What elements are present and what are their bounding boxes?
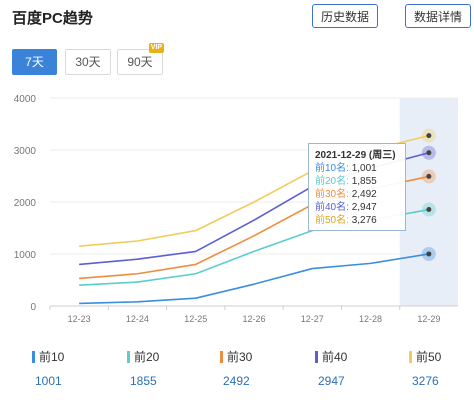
data-detail-button[interactable]: 数据详情 [405,4,472,28]
header: 百度PC趋势 历史数据 数据详情 [0,0,474,36]
x-tick-label: 12-25 [184,314,207,324]
x-tick-label: 12-26 [242,314,265,324]
legend-value: 2947 [318,374,345,388]
page-title: 百度PC趋势 [12,10,93,27]
data-point [426,207,432,213]
legend-value: 1855 [130,374,157,388]
tooltip-label: 前40名: [315,202,349,213]
legend-marker [409,351,412,363]
x-tick-label: 12-23 [68,314,91,324]
x-tick-label: 12-27 [301,314,324,324]
vip-badge: VIP [148,43,164,53]
data-point [426,251,432,257]
legend-label: 前30 [227,350,253,364]
tooltip-label: 前20名: [315,176,349,187]
series-line [79,253,429,305]
tab-7-days[interactable]: 7天 [12,49,57,75]
y-tick-label: 3000 [14,146,37,157]
tooltip-label: 前10名: [315,163,349,174]
tooltip-row-top30: 前30名: 2,492 [315,188,399,201]
legend-marker [127,351,130,363]
tooltip-value: 2,947 [351,202,377,213]
tooltip-row-top40: 前40名: 2,947 [315,201,399,214]
data-point [426,150,432,156]
y-tick-label: 2000 [14,198,37,209]
legend-value: 2492 [223,374,250,388]
tooltip-row-top20: 前20名: 1,855 [315,175,399,188]
legend: 前10 1001 前20 1855 前30 2492 前40 2947 前50 … [0,348,474,400]
tooltip-value: 2,492 [351,189,377,200]
legend-value: 3276 [412,374,439,388]
legend-label: 前20 [134,350,160,364]
tooltip-row-top50: 前50名: 3,276 [315,214,399,227]
tooltip-value: 3,276 [351,215,377,226]
data-point [426,133,432,139]
legend-label: 前50 [416,350,442,364]
legend-marker [315,351,318,363]
history-data-button[interactable]: 历史数据 [312,4,379,28]
tooltip-row-top10: 前10名: 1,001 [315,162,399,175]
tooltip-label: 前30名: [315,189,349,200]
tab-30-days[interactable]: 30天 [65,49,111,75]
tooltip-value: 1,001 [351,163,377,174]
legend-marker [32,351,35,363]
y-tick-label: 4000 [14,94,37,105]
tooltip-label: 前50名: [315,215,349,226]
tooltip-value: 1,855 [351,176,377,187]
chart-tooltip: 2021-12-29 (周三) 前10名: 1,001 前20名: 1,855 … [308,143,406,231]
tooltip-date: 2021-12-29 (周三) [315,150,396,161]
legend-label: 前10 [39,350,65,364]
legend-label: 前40 [322,350,348,364]
data-point [426,173,432,179]
y-tick-label: 0 [30,302,36,313]
x-tick-label: 12-28 [359,314,382,324]
tab-90-days-label: 90天 [127,55,153,69]
tab-90-days[interactable]: 90天 VIP [117,43,164,75]
y-tick-label: 1000 [14,250,37,261]
x-tick-label: 12-29 [417,314,440,324]
legend-marker [220,351,223,363]
x-tick-label: 12-24 [126,314,149,324]
legend-value: 1001 [35,374,62,388]
